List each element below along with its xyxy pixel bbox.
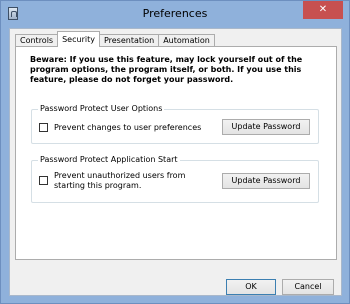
tab-strip: Controls Security Presentation Automatio… xyxy=(15,31,215,47)
update-password-button-app-start[interactable]: Update Password xyxy=(222,173,310,189)
app-start-group-title: Password Protect Application Start xyxy=(38,155,180,165)
security-warning-text: Beware: If you use this feature, may loc… xyxy=(30,55,303,84)
dialog-client-area: Controls Security Presentation Automatio… xyxy=(9,28,342,296)
security-tab-panel: Beware: If you use this feature, may loc… xyxy=(15,46,337,260)
user-options-group: Password Protect User Options Prevent ch… xyxy=(31,104,319,144)
tab-security[interactable]: Security xyxy=(57,31,100,47)
user-options-group-title: Password Protect User Options xyxy=(38,104,165,114)
app-start-group: Password Protect Application Start Preve… xyxy=(31,155,319,203)
ok-button[interactable]: OK xyxy=(226,279,276,295)
close-button[interactable]: ✕ xyxy=(303,1,343,19)
prevent-changes-checkbox[interactable] xyxy=(39,123,48,132)
window-title: Preferences xyxy=(142,7,208,20)
preferences-window: Preferences ✕ Controls Security Presenta… xyxy=(0,0,350,304)
title-bar[interactable]: Preferences ✕ xyxy=(1,1,349,27)
cancel-button[interactable]: Cancel xyxy=(282,279,334,295)
prevent-unauthorized-checkbox[interactable] xyxy=(39,176,48,185)
prevent-unauthorized-label[interactable]: Prevent unauthorized users from starting… xyxy=(54,171,214,191)
prevent-changes-label[interactable]: Prevent changes to user preferences xyxy=(54,123,201,133)
update-password-button-user-options[interactable]: Update Password xyxy=(222,119,310,135)
